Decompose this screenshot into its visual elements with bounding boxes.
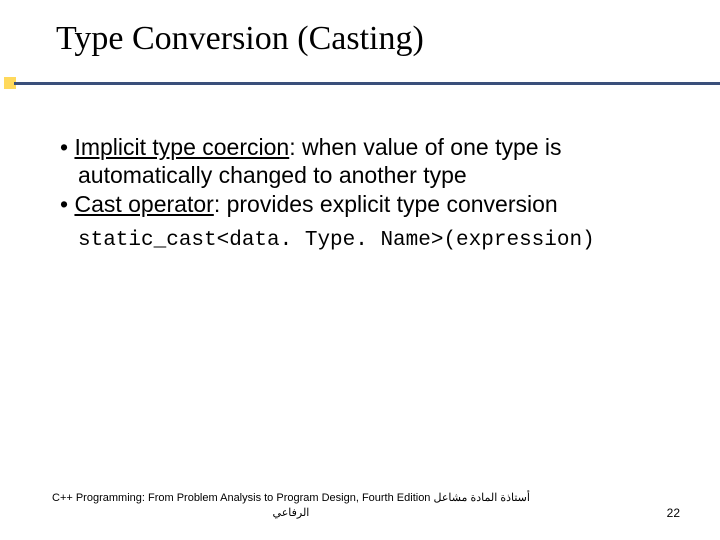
content-area: Implicit type coercion: when value of on… <box>0 86 720 252</box>
page-number: 22 <box>667 506 680 520</box>
footer-credit: C++ Programming: From Problem Analysis t… <box>52 491 530 520</box>
bullet-rest: : provides explicit type conversion <box>214 191 558 217</box>
bullet-item: Implicit type coercion: when value of on… <box>60 134 672 189</box>
footer-line1: C++ Programming: From Problem Analysis t… <box>52 491 530 505</box>
slide-title: Type Conversion (Casting) <box>56 20 720 58</box>
footer-line2: الرفاعي <box>52 506 530 520</box>
code-line: static_cast<data. Type. Name>(expression… <box>78 229 672 252</box>
footer: C++ Programming: From Problem Analysis t… <box>0 491 720 520</box>
title-rule <box>0 80 720 86</box>
bullet-term: Implicit type coercion <box>74 134 289 160</box>
bullet-item: Cast operator: provides explicit type co… <box>60 191 672 219</box>
horizontal-rule <box>14 82 720 85</box>
bullet-list: Implicit type coercion: when value of on… <box>60 134 672 219</box>
bullet-term: Cast operator <box>74 191 213 217</box>
